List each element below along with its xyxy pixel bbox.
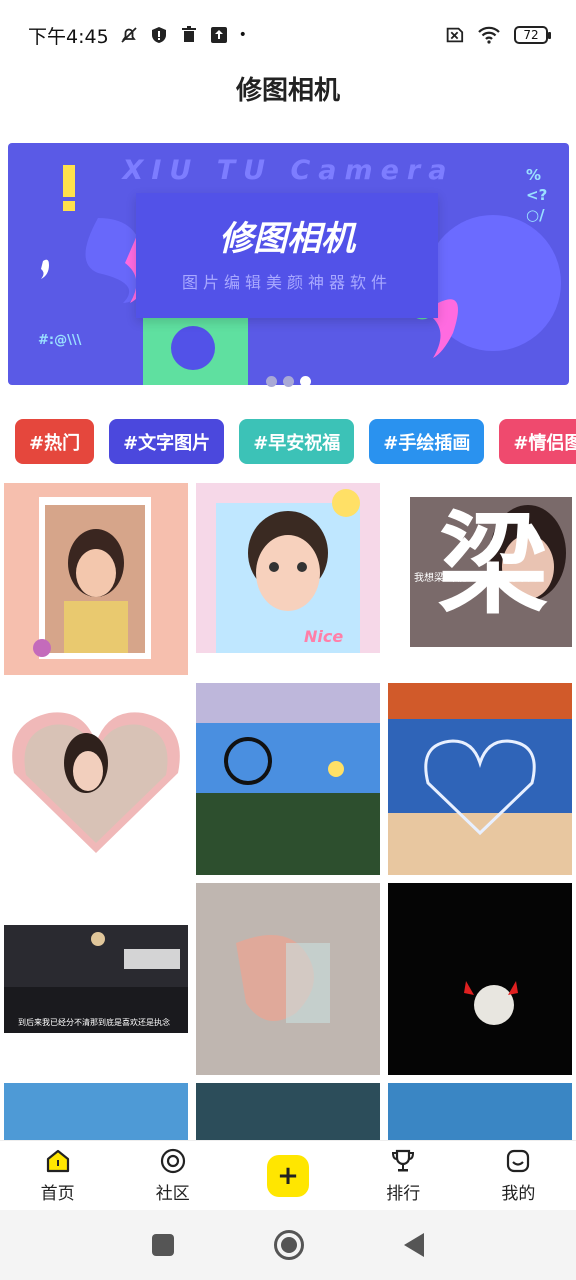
banner-carousel[interactable]: XIU TU Camera 修图相机 图片编辑美颜神器软件 #:@\\\ %<?… <box>8 143 569 385</box>
wifi-icon <box>478 26 500 44</box>
nav-home[interactable]: 首页 <box>0 1141 115 1210</box>
system-nav-bar <box>0 1210 576 1280</box>
home-button-icon[interactable] <box>274 1230 304 1260</box>
bottom-nav: 首页 社区 + 排行 我的 <box>0 1140 576 1210</box>
svg-text:梁: 梁 <box>438 501 548 629</box>
recent-apps-icon[interactable] <box>152 1234 174 1256</box>
sticker-text: Nice <box>304 627 344 646</box>
carousel-dot-active[interactable] <box>300 376 311 387</box>
nav-ranking[interactable]: 排行 <box>346 1141 461 1210</box>
notification-dot-icon: • <box>238 27 247 43</box>
community-icon <box>160 1148 185 1174</box>
nav-profile[interactable]: 我的 <box>461 1141 576 1210</box>
grid-image[interactable] <box>196 1083 380 1140</box>
nav-home-label: 首页 <box>40 1184 75 1204</box>
shield-icon <box>151 27 166 43</box>
tag-hand-drawn[interactable]: #手绘插画 <box>369 419 485 464</box>
add-icon[interactable]: + <box>267 1154 309 1197</box>
home-icon <box>46 1149 69 1173</box>
nav-add[interactable]: + <box>230 1141 345 1210</box>
battery-level: 72 <box>523 28 539 42</box>
grid-image[interactable] <box>4 1083 188 1140</box>
sim-off-icon <box>446 27 464 43</box>
grid-image[interactable] <box>388 883 572 1075</box>
mute-bell-icon <box>121 27 137 43</box>
tag-text-pictures[interactable]: #文字图片 <box>109 419 225 464</box>
tag-couple[interactable]: #情侣图 <box>499 419 576 464</box>
image-caption: 到后来我已经分不清那到底是喜欢还是执念 <box>18 1018 170 1027</box>
grid-image[interactable] <box>4 483 188 675</box>
trash-icon <box>181 26 196 42</box>
carousel-dot[interactable] <box>283 376 294 387</box>
banner-dots <box>8 376 569 390</box>
banner-subtitle: 图片编辑美颜神器软件 <box>181 273 392 292</box>
grid-image[interactable] <box>196 683 380 875</box>
grid-image[interactable] <box>388 683 572 875</box>
battery-indicator: 72 <box>514 26 551 44</box>
grid-image[interactable]: 梁 我想梁 却能温暖你所有不安 <box>388 483 572 675</box>
grid-image[interactable]: Nice <box>196 483 380 675</box>
page-title: 修图相机 <box>235 76 340 106</box>
status-time: 下午4:45 <box>28 25 109 48</box>
image-caption: 我想梁 却能温暖你所有不安 <box>414 573 538 584</box>
banner-en-title: XIU TU Camera <box>122 155 455 186</box>
back-icon[interactable] <box>404 1233 424 1257</box>
upload-icon <box>210 27 227 43</box>
status-bar: 下午4:45 • 72 <box>0 0 576 70</box>
nav-profile-label: 我的 <box>501 1184 536 1204</box>
banner-code-text: #:@\\\ <box>38 333 82 348</box>
banner-symbols: %<?○/ <box>526 166 548 224</box>
banner-cn-title: 修图相机 <box>219 219 355 259</box>
nav-ranking-label: 排行 <box>386 1184 421 1204</box>
grid-image[interactable] <box>196 883 380 1075</box>
profile-icon <box>507 1149 530 1173</box>
grid-image[interactable]: 到后来我已经分不清那到底是喜欢还是执念 <box>4 883 188 1075</box>
tag-good-morning[interactable]: #早安祝福 <box>239 419 355 464</box>
nav-community-label: 社区 <box>155 1184 190 1204</box>
grid-image[interactable] <box>4 683 188 875</box>
grid-image[interactable] <box>388 1083 572 1140</box>
tag-hot[interactable]: #热门 <box>15 419 95 464</box>
banner-panel: 修图相机 图片编辑美颜神器软件 <box>136 193 438 318</box>
trophy-icon <box>392 1149 415 1172</box>
tag-row: #热门 #文字图片 #早安祝福 #手绘插画 #情侣图 <box>15 419 576 464</box>
nav-community[interactable]: 社区 <box>115 1141 230 1210</box>
carousel-dot[interactable] <box>266 376 277 387</box>
